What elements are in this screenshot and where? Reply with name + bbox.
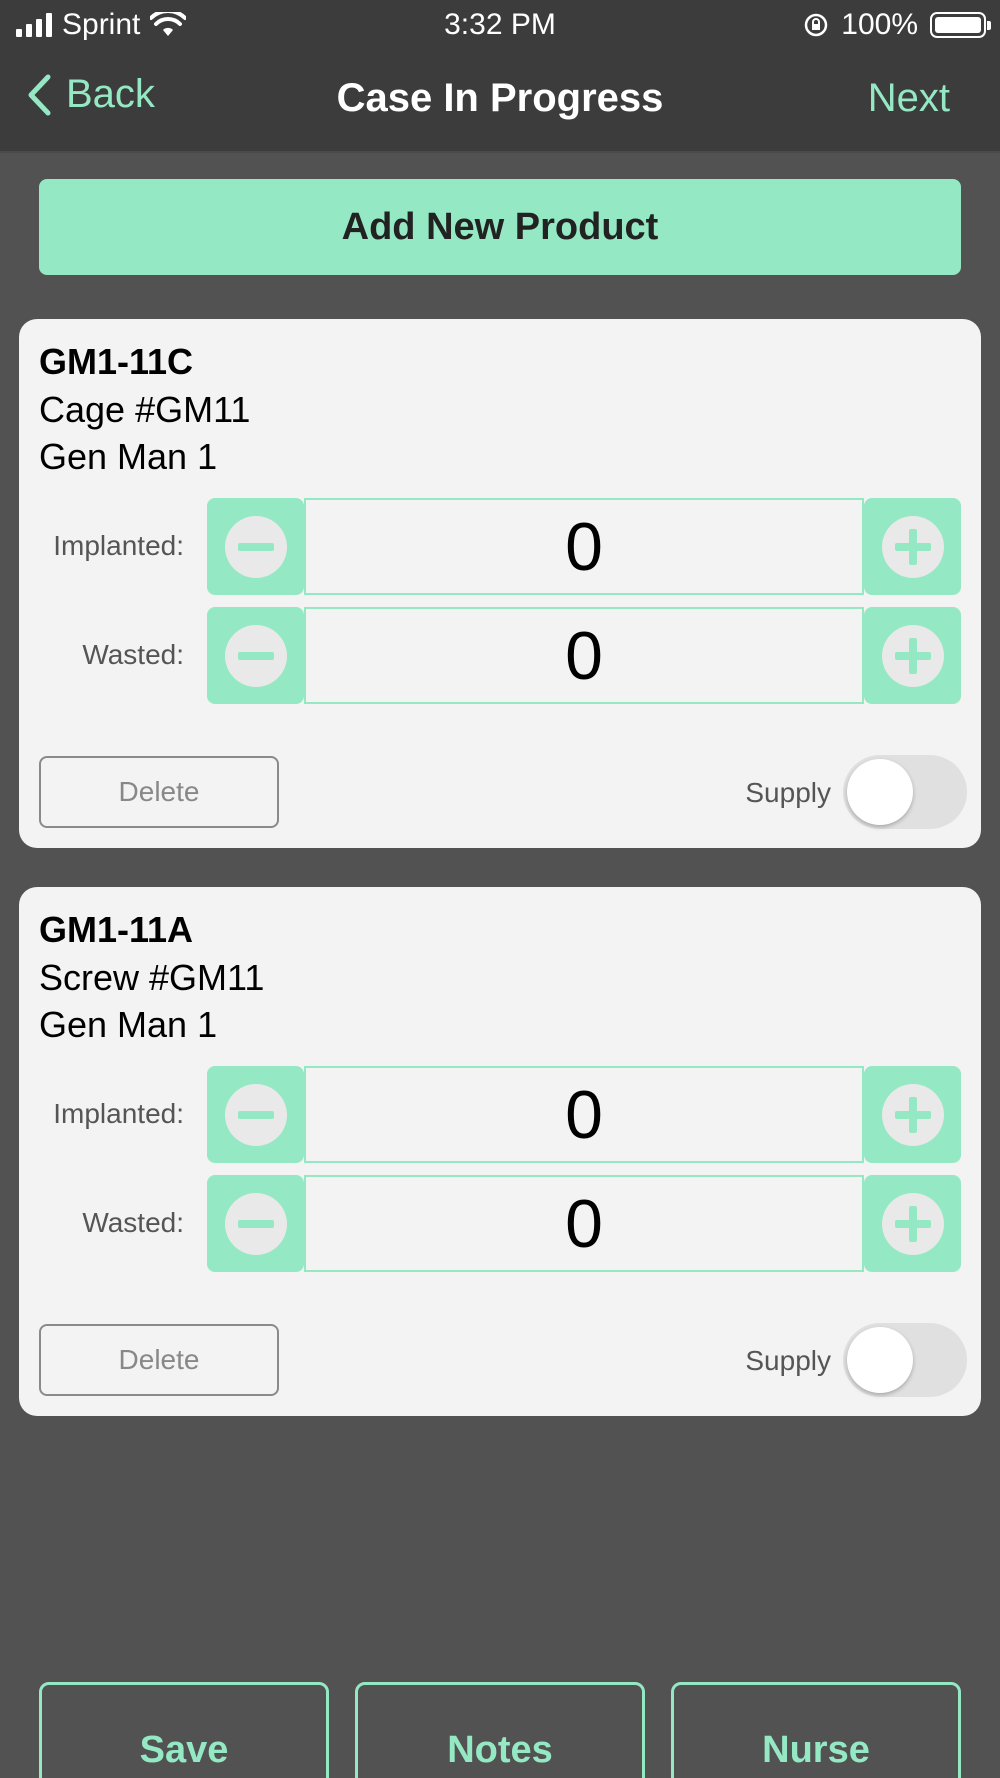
wasted-increment-button[interactable] [864, 607, 961, 704]
toggle-knob [847, 759, 913, 825]
implanted-label: Implanted: [53, 1098, 184, 1129]
save-button[interactable]: Save [39, 1682, 329, 1778]
delete-button[interactable]: Delete [39, 756, 279, 828]
minus-icon [224, 1083, 287, 1146]
supply-toggle[interactable] [843, 1323, 967, 1397]
back-label: Back [66, 72, 155, 116]
chevron-left-icon [28, 74, 51, 115]
plus-icon [881, 1192, 944, 1255]
wasted-label: Wasted: [82, 1207, 184, 1238]
product-code: GM1-11A [39, 909, 194, 950]
wasted-stepper: 0 [207, 1175, 961, 1272]
product-manufacturer: Gen Man 1 [39, 436, 218, 477]
implanted-decrement-button[interactable] [207, 1066, 304, 1163]
implanted-count-field[interactable]: 0 [304, 498, 864, 595]
wasted-count-field[interactable]: 0 [304, 607, 864, 704]
add-new-product-button[interactable]: Add New Product [39, 179, 961, 275]
plus-icon [881, 515, 944, 578]
wasted-increment-button[interactable] [864, 1175, 961, 1272]
delete-button[interactable]: Delete [39, 1324, 279, 1396]
supply-label: Supply [745, 1345, 831, 1376]
product-manufacturer: Gen Man 1 [39, 1004, 218, 1045]
implanted-count-field[interactable]: 0 [304, 1066, 864, 1163]
product-card: GM1-11C Cage #GM11 Gen Man 1 Implanted: … [19, 319, 981, 848]
product-description: Screw #GM11 [39, 957, 265, 998]
product-card: GM1-11A Screw #GM11 Gen Man 1 Implanted:… [19, 887, 981, 1416]
notes-button[interactable]: Notes [355, 1682, 645, 1778]
supply-label: Supply [745, 777, 831, 808]
battery-icon [930, 12, 991, 38]
implanted-stepper: 0 [207, 498, 961, 595]
supply-toggle[interactable] [843, 755, 967, 829]
wasted-label: Wasted: [82, 639, 184, 670]
plus-icon [881, 1083, 944, 1146]
product-description: Cage #GM11 [39, 389, 251, 430]
nurse-button[interactable]: Nurse [671, 1682, 961, 1778]
back-button[interactable]: Back [26, 72, 155, 117]
next-button[interactable]: Next [868, 76, 950, 121]
implanted-increment-button[interactable] [864, 1066, 961, 1163]
wasted-decrement-button[interactable] [207, 1175, 304, 1272]
wasted-stepper: 0 [207, 607, 961, 704]
top-bar: Sprint 3:32 PM 100% Back Case In Progres… [0, 0, 1000, 153]
plus-icon [881, 624, 944, 687]
minus-icon [224, 515, 287, 578]
product-code: GM1-11C [39, 341, 194, 382]
implanted-increment-button[interactable] [864, 498, 961, 595]
wasted-count-field[interactable]: 0 [304, 1175, 864, 1272]
minus-icon [224, 624, 287, 687]
minus-icon [224, 1192, 287, 1255]
orientation-lock-icon [805, 13, 828, 37]
toggle-knob [847, 1327, 913, 1393]
implanted-stepper: 0 [207, 1066, 961, 1163]
status-bar: Sprint 3:32 PM 100% [0, 0, 1000, 50]
wasted-decrement-button[interactable] [207, 607, 304, 704]
status-right: 100% [803, 8, 991, 42]
implanted-label: Implanted: [53, 530, 184, 561]
implanted-decrement-button[interactable] [207, 498, 304, 595]
battery-percent: 100% [841, 8, 918, 41]
